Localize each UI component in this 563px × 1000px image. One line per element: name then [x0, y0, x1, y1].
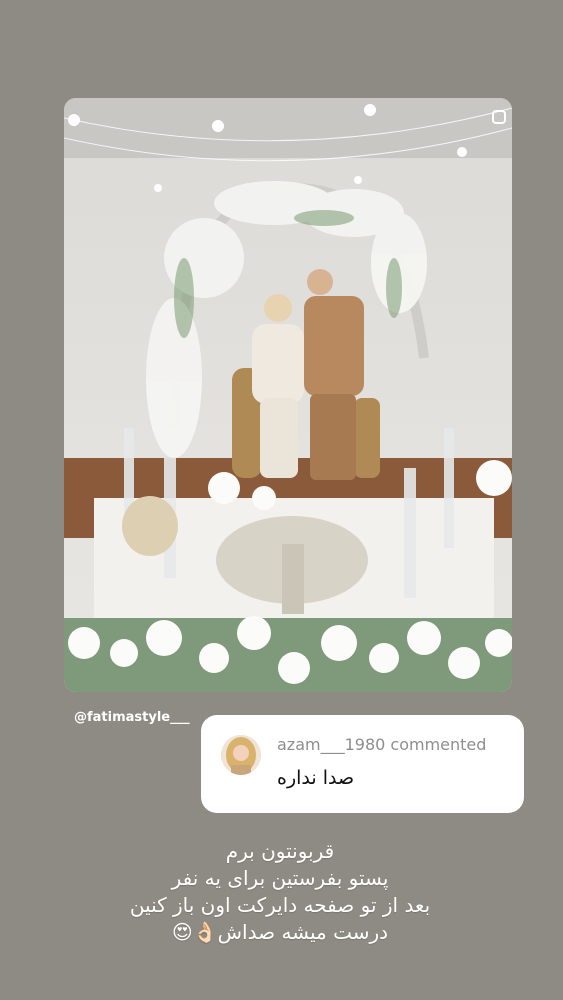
story-photo	[64, 98, 512, 692]
comment-sticker[interactable]: azam___1980 commented صدا نداره	[201, 715, 524, 813]
story-caption: قربونتون برم پستو بفرستین برای یه نفر بع…	[20, 838, 540, 946]
mention-tag[interactable]: @fatimastyle___	[74, 710, 190, 725]
comment-text: صدا نداره	[277, 767, 355, 789]
caption-line: بعد از تو صفحه دایرکت اون باز کنین	[129, 893, 431, 917]
caption-line: درست میشه صداش👌🏻😍	[171, 920, 389, 944]
comment-username: azam___1980 commented	[277, 735, 487, 754]
caption-line: قربونتون برم	[225, 839, 335, 863]
caption-line: پستو بفرستین برای یه نفر	[171, 866, 389, 890]
avatar	[221, 735, 261, 775]
square-outline-icon[interactable]	[492, 110, 506, 124]
wedding-scene-image	[64, 98, 512, 692]
